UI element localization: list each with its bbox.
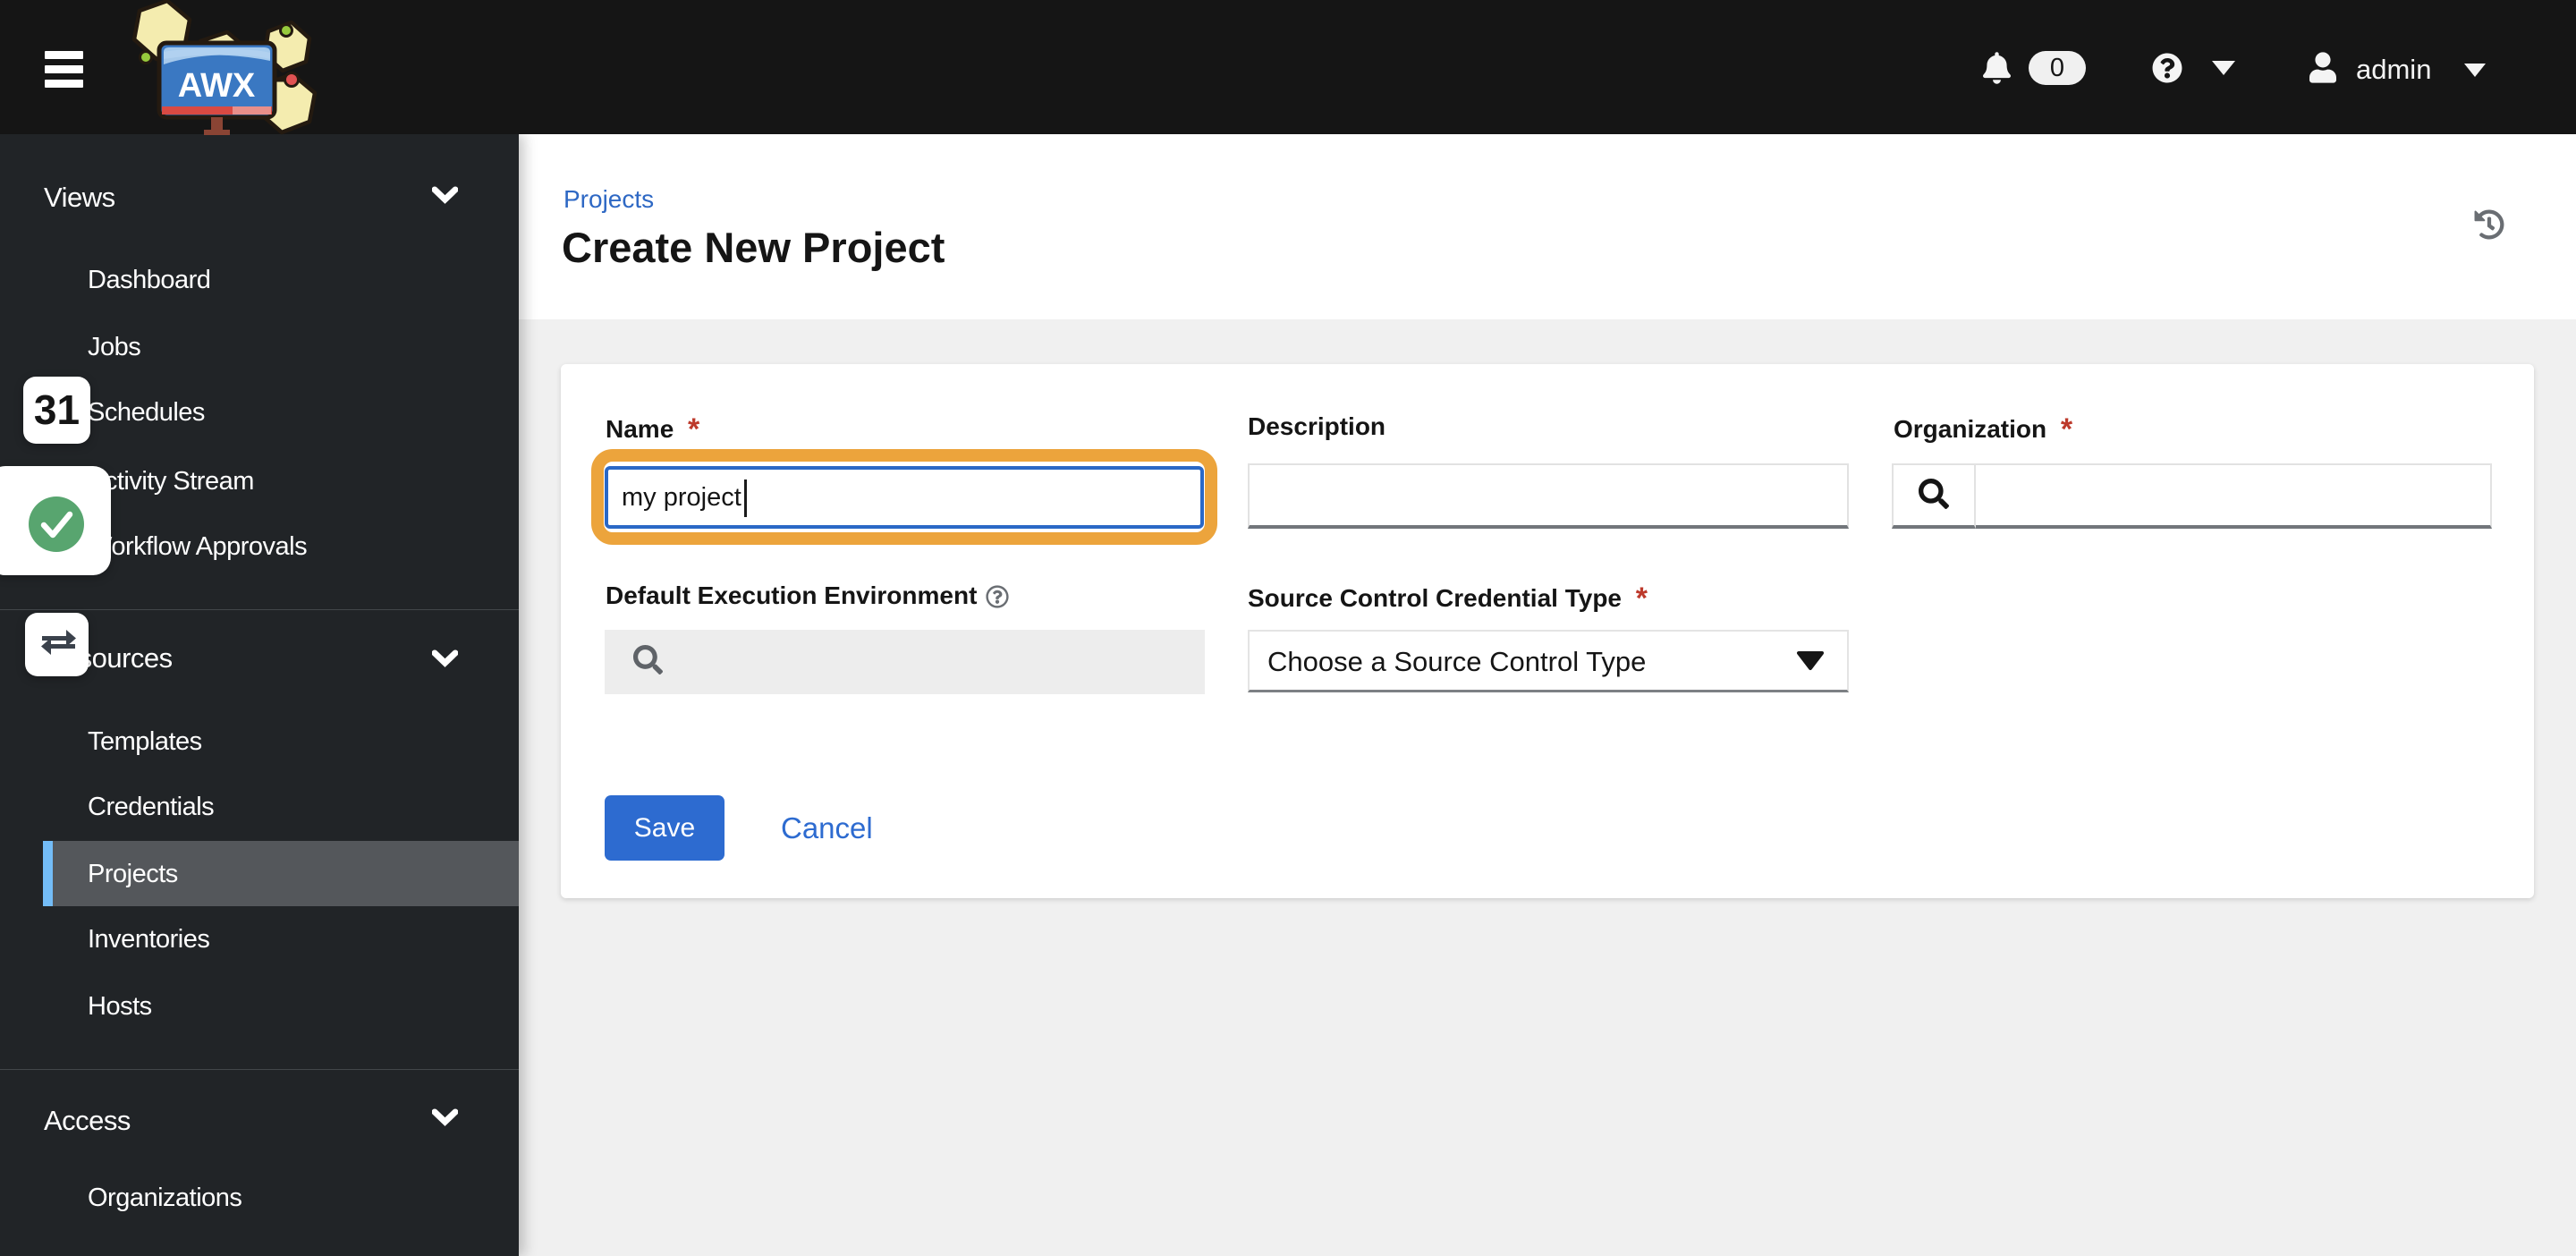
svg-text:AWX: AWX [178,67,256,105]
